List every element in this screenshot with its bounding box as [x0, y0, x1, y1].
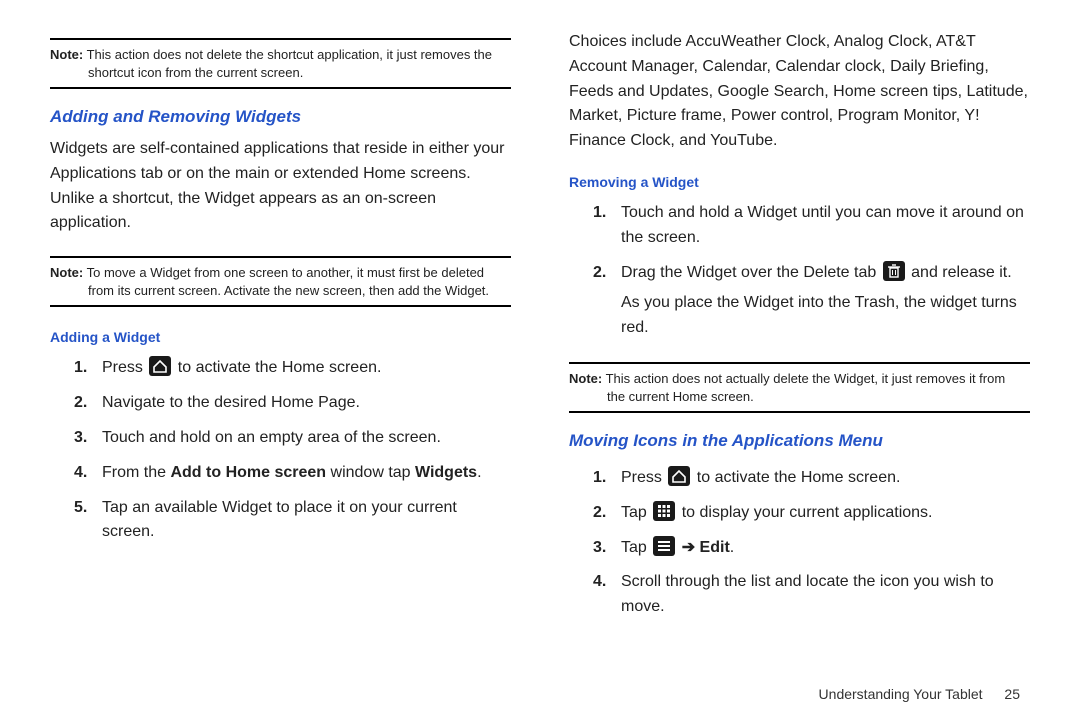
page-number: 25 [1004, 686, 1020, 702]
list-item: 2. Drag the Widget over the Delete tab a… [569, 256, 1030, 346]
list-item: 2. Tap to display your current applicati… [569, 496, 1030, 531]
step-text: Drag the Widget over the Delete tab [621, 264, 881, 281]
paragraph-widget-choices: Choices include AccuWeather Clock, Analo… [569, 30, 1030, 154]
note-text-cont: from its current screen. Activate the ne… [50, 282, 511, 300]
note-block-3: Note: This action does not actually dele… [569, 362, 1030, 413]
step-text: to display your current applications. [677, 504, 932, 521]
footer-section-name: Understanding Your Tablet [819, 686, 983, 702]
page-content: Note: This action does not delete the sh… [0, 0, 1080, 635]
apps-grid-icon [653, 501, 675, 521]
note-block-1: Note: This action does not delete the sh… [50, 38, 511, 89]
step-text: . [477, 464, 481, 481]
step-bold: Add to Home screen [170, 464, 326, 481]
step-text: to activate the Home screen. [692, 469, 900, 486]
steps-adding-widget: 1. Press to activate the Home screen. 2.… [50, 351, 511, 550]
steps-moving-icons: 1. Press to activate the Home screen. 2.… [569, 461, 1030, 625]
section-title-adding-removing-widgets: Adding and Removing Widgets [50, 107, 511, 127]
menu-icon [653, 536, 675, 556]
list-item: 2. Navigate to the desired Home Page. [50, 386, 511, 421]
note-block-2: Note: To move a Widget from one screen t… [50, 256, 511, 307]
note-label: Note: [569, 371, 602, 386]
list-item: 3. Touch and hold on an empty area of th… [50, 421, 511, 456]
step-text: window tap [326, 464, 415, 481]
list-item: 3. Tap ➔ Edit. [569, 531, 1030, 566]
note-text: This action does not actually delete the… [606, 371, 1006, 386]
note-text-cont: shortcut icon from the current screen. [50, 64, 511, 82]
page-footer: Understanding Your Tablet 25 [819, 686, 1020, 702]
paragraph-widgets-intro: Widgets are self-contained applications … [50, 137, 511, 236]
step-text: Press [102, 359, 147, 376]
subsection-title-adding-widget: Adding a Widget [50, 329, 511, 345]
right-column: Choices include AccuWeather Clock, Analo… [569, 30, 1030, 625]
steps-removing-widget: 1. Touch and hold a Widget until you can… [569, 196, 1030, 346]
step-text: Touch and hold a Widget until you can mo… [621, 204, 1024, 246]
step-text: Tap [621, 539, 651, 556]
step-followup: As you place the Widget into the Trash, … [621, 291, 1030, 341]
note-label: Note: [50, 47, 83, 62]
trash-icon [883, 261, 905, 281]
subsection-title-removing-widget: Removing a Widget [569, 174, 1030, 190]
step-text: Tap [621, 504, 651, 521]
step-bold: Edit [695, 539, 730, 556]
list-item: 1. Touch and hold a Widget until you can… [569, 196, 1030, 256]
note-text-cont: the current Home screen. [569, 388, 1030, 406]
list-item: 5. Tap an available Widget to place it o… [50, 491, 511, 551]
note-text: This action does not delete the shortcut… [87, 47, 492, 62]
step-text: and release it. [907, 264, 1012, 281]
step-text: Touch and hold on an empty area of the s… [102, 429, 441, 446]
left-column: Note: This action does not delete the sh… [50, 30, 511, 625]
home-icon [149, 356, 171, 376]
home-icon [668, 466, 690, 486]
list-item: 1. Press to activate the Home screen. [50, 351, 511, 386]
note-text: To move a Widget from one screen to anot… [87, 265, 484, 280]
step-text: Tap an available Widget to place it on y… [102, 499, 457, 541]
step-text: . [730, 539, 734, 556]
section-title-moving-icons: Moving Icons in the Applications Menu [569, 431, 1030, 451]
step-text: Scroll through the list and locate the i… [621, 573, 994, 615]
step-text: Press [621, 469, 666, 486]
note-label: Note: [50, 265, 83, 280]
step-text: Navigate to the desired Home Page. [102, 394, 360, 411]
step-text: From the [102, 464, 170, 481]
list-item: 4. From the Add to Home screen window ta… [50, 456, 511, 491]
list-item: 4. Scroll through the list and locate th… [569, 565, 1030, 625]
step-text: to activate the Home screen. [173, 359, 381, 376]
arrow-icon: ➔ [682, 539, 695, 556]
step-bold: Widgets [415, 464, 477, 481]
list-item: 1. Press to activate the Home screen. [569, 461, 1030, 496]
